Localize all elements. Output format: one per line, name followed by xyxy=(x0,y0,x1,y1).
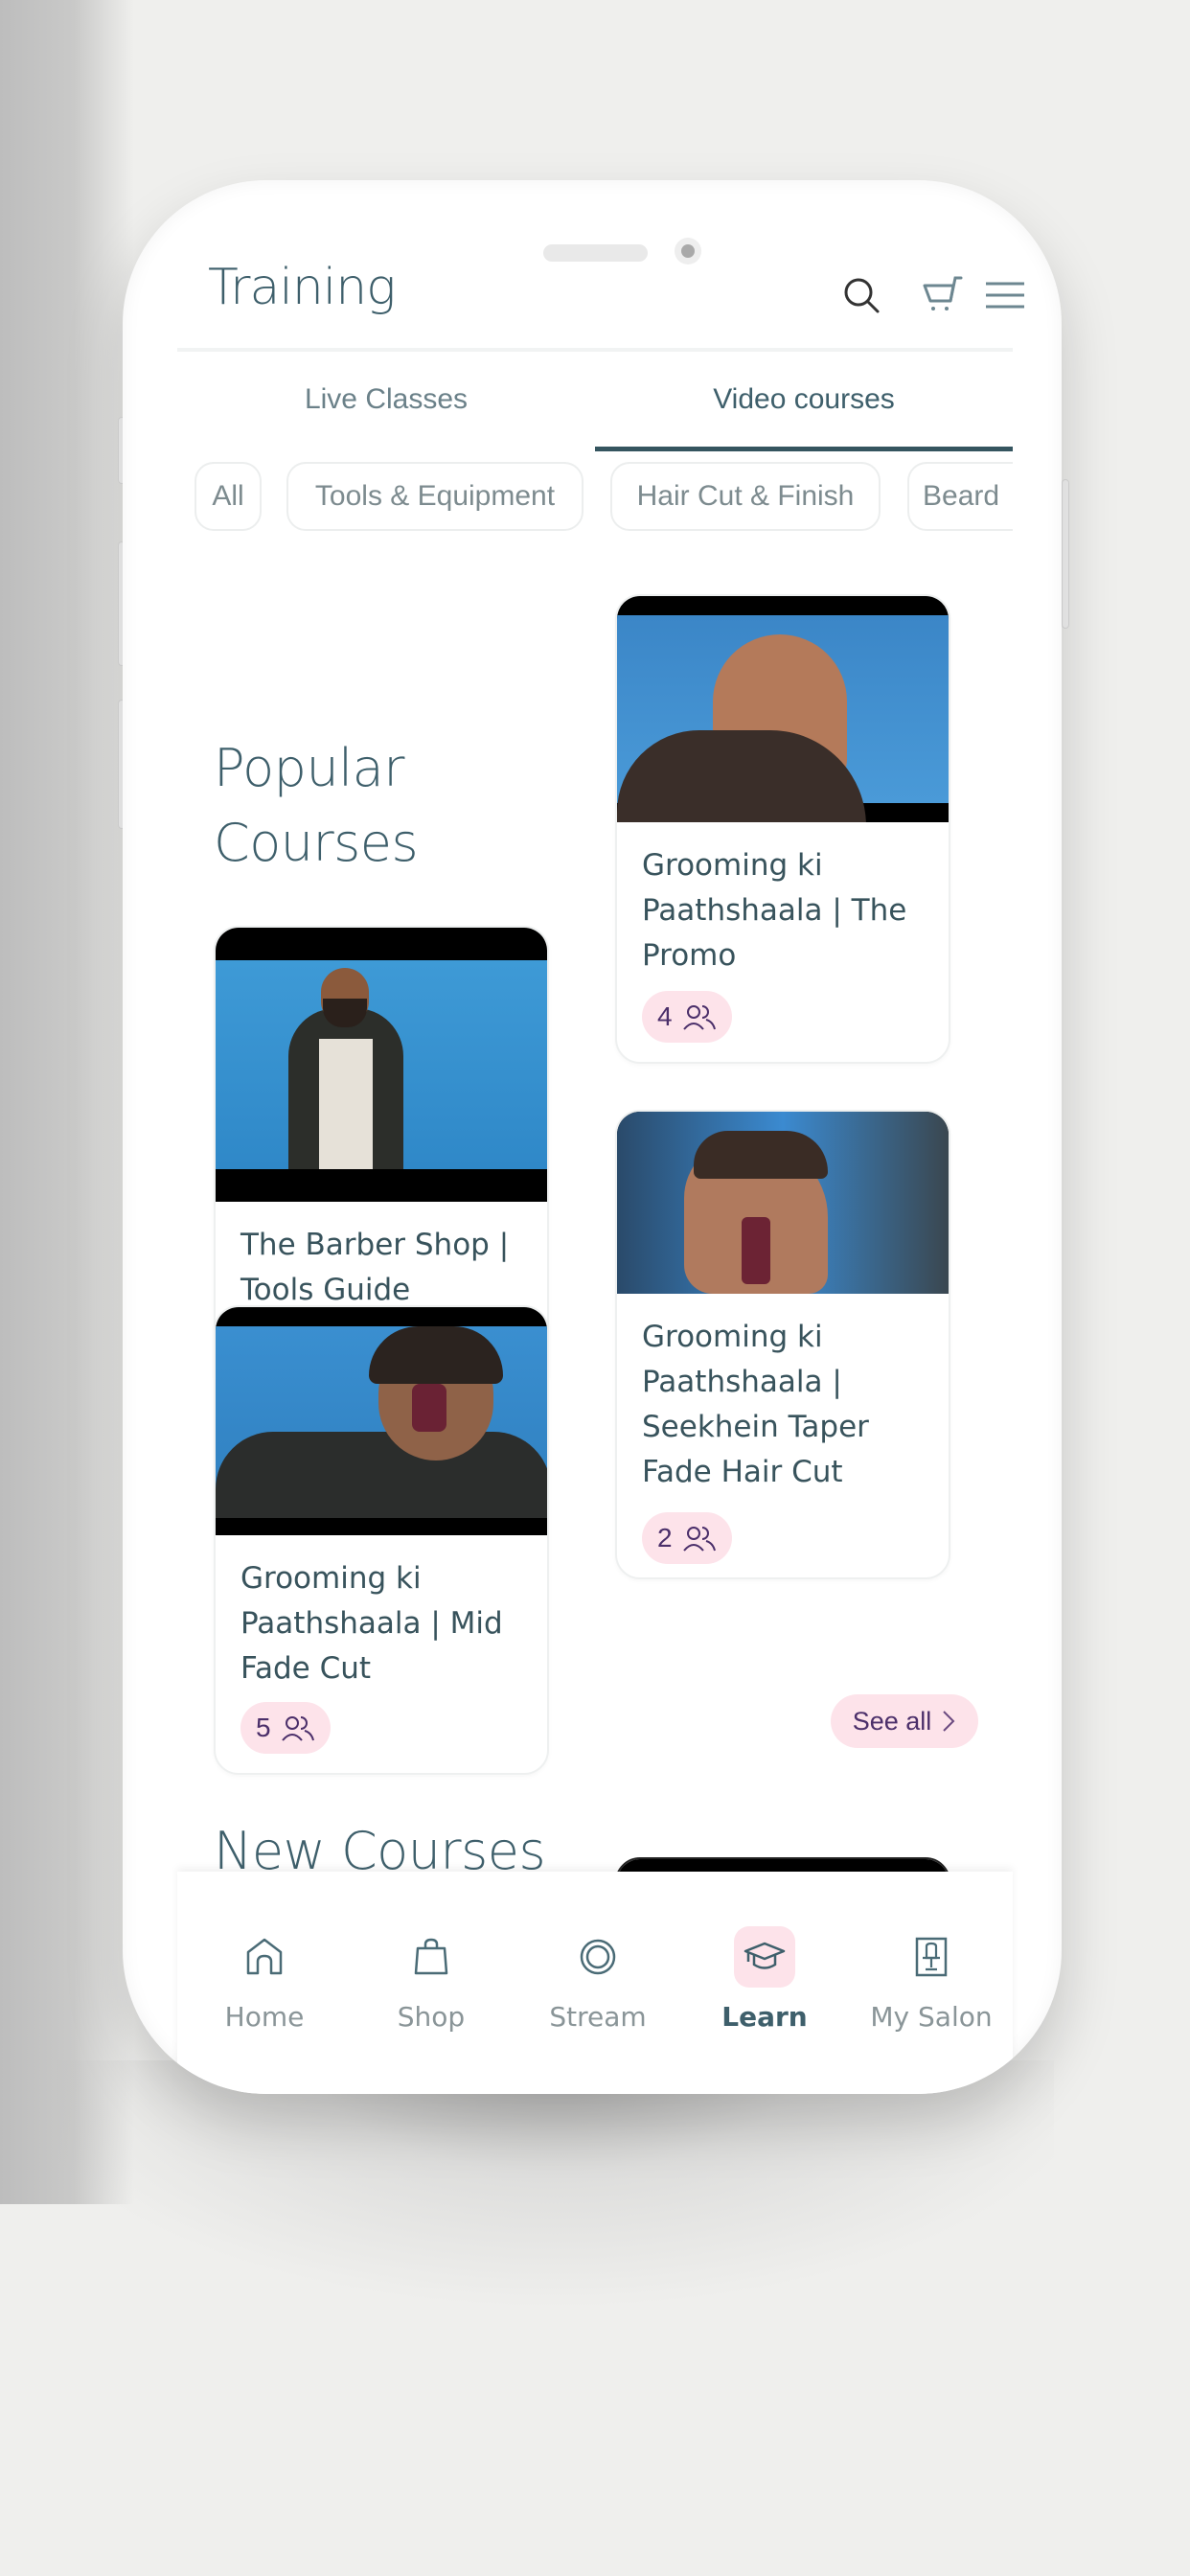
enrolled-count: 4 xyxy=(657,1001,673,1031)
nav-label: Home xyxy=(224,2001,305,2033)
chevron-right-icon xyxy=(943,1711,955,1732)
nav-label: My Salon xyxy=(870,2001,993,2033)
chip-all[interactable]: All xyxy=(195,462,262,531)
nav-label: Learn xyxy=(721,2001,808,2033)
course-card[interactable]: Grooming ki Paathshaala | Mid Fade Cut 5 xyxy=(214,1305,549,1775)
see-all-button[interactable]: See all xyxy=(831,1694,978,1748)
enrolled-count: 5 xyxy=(256,1713,271,1742)
menu-icon[interactable] xyxy=(982,272,1028,318)
users-icon xyxy=(281,1716,314,1741)
course-thumbnail xyxy=(216,928,547,1202)
background-shade xyxy=(0,0,134,2204)
nav-stream[interactable]: Stream xyxy=(515,1926,681,2033)
course-thumbnail xyxy=(617,596,949,822)
course-title: Grooming ki Paathshaala | Seekhein Taper… xyxy=(642,1320,869,1489)
graduation-cap-icon xyxy=(744,1942,786,1969)
nav-my-salon[interactable]: My Salon xyxy=(848,1926,1015,2033)
phone-power-button xyxy=(1062,479,1069,629)
users-icon xyxy=(682,1005,716,1030)
enrolled-count-badge: 4 xyxy=(642,991,732,1043)
nav-label: Shop xyxy=(397,2001,466,2033)
search-icon[interactable] xyxy=(838,272,884,318)
active-tab-indicator xyxy=(595,447,1013,451)
nav-label: Stream xyxy=(549,2001,647,2033)
category-chips: All Tools & Equipment Hair Cut & Finish … xyxy=(195,456,1013,533)
popular-courses-title: Popular Courses xyxy=(214,731,419,881)
nav-shop[interactable]: Shop xyxy=(348,1926,515,2033)
salon-chair-icon xyxy=(915,1937,948,1977)
course-card[interactable]: Grooming ki Paathshaala | Seekhein Taper… xyxy=(615,1110,950,1579)
phone-frame: Training Live Classes Video courses All … xyxy=(123,180,1062,2094)
home-icon xyxy=(246,1938,283,1975)
app-screen: Training Live Classes Video courses All … xyxy=(177,180,1024,2094)
see-all-label: See all xyxy=(852,1706,932,1736)
course-title: The Barber Shop | Tools Guide xyxy=(240,1228,510,1307)
course-card[interactable]: Grooming ki Paathshaala | The Promo 4 xyxy=(615,594,950,1064)
bag-icon xyxy=(414,1938,448,1975)
chip-tools-equipment[interactable]: Tools & Equipment xyxy=(286,462,584,531)
course-title: Grooming ki Paathshaala | Mid Fade Cut xyxy=(240,1561,503,1686)
cart-icon[interactable] xyxy=(921,272,967,318)
enrolled-count: 2 xyxy=(657,1523,673,1552)
chip-beard[interactable]: Beard xyxy=(907,462,1013,531)
course-thumbnail xyxy=(216,1307,547,1535)
popular-title-line2: Courses xyxy=(214,813,419,873)
tab-video-courses[interactable]: Video courses xyxy=(595,383,1013,431)
nav-learn[interactable]: Learn xyxy=(681,1926,848,2033)
course-title: Grooming ki Paathshaala | The Promo xyxy=(642,848,907,973)
nav-home[interactable]: Home xyxy=(181,1926,348,2033)
page-title: Training xyxy=(208,259,396,316)
header-divider xyxy=(177,348,1013,352)
users-icon xyxy=(682,1527,716,1552)
popular-title-line1: Popular xyxy=(214,738,404,798)
enrolled-count-badge: 5 xyxy=(240,1702,331,1754)
enrolled-count-badge: 2 xyxy=(642,1512,732,1564)
stream-icon xyxy=(580,1939,616,1975)
tab-live-classes[interactable]: Live Classes xyxy=(177,383,595,431)
phone-shadow xyxy=(57,2060,1054,2472)
course-thumbnail xyxy=(617,1112,949,1294)
chip-hair-cut-finish[interactable]: Hair Cut & Finish xyxy=(610,462,881,531)
